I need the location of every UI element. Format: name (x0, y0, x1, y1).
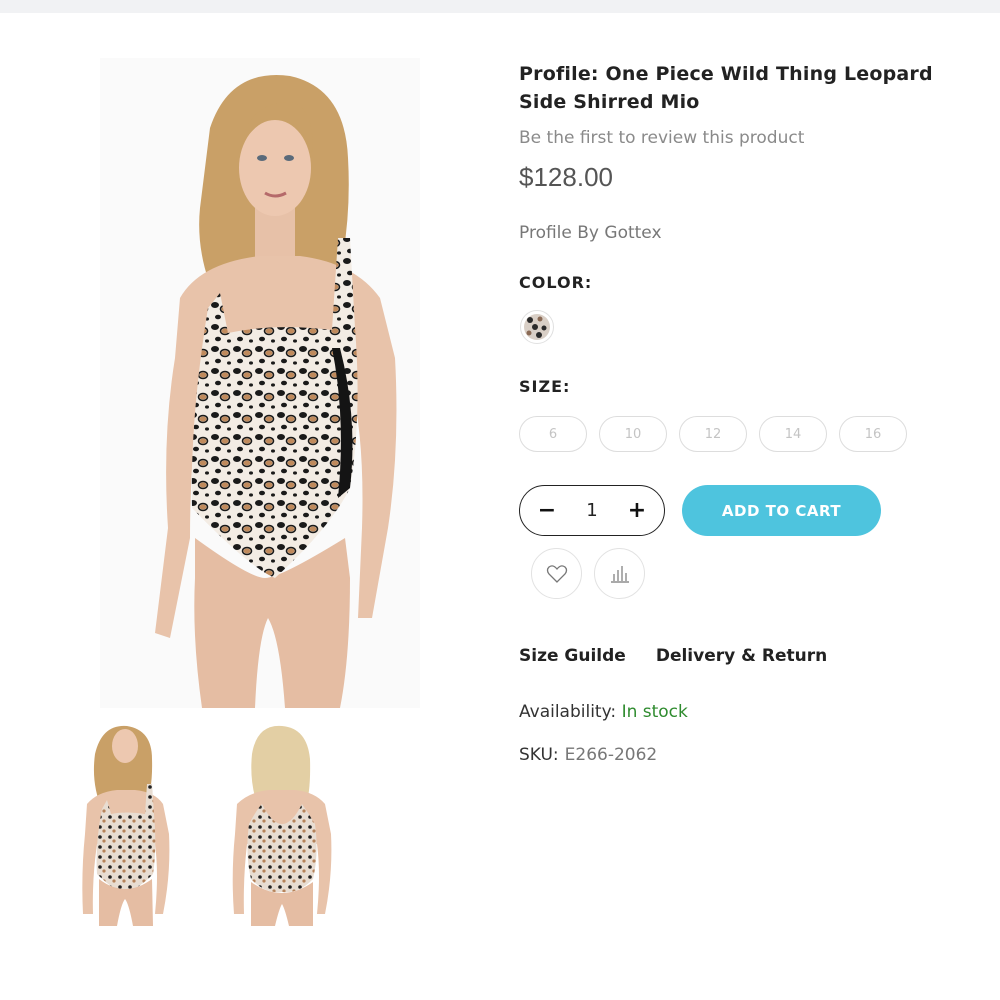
thumbnail-front-image (57, 714, 207, 926)
thumbnail-front[interactable] (57, 714, 207, 926)
color-label: COLOR: (519, 273, 593, 292)
qty-input[interactable]: 1 (586, 500, 597, 521)
qty-decrease-button[interactable]: − (536, 499, 558, 522)
size-option[interactable]: 12 (679, 416, 747, 452)
thumbnail-back-image (207, 714, 357, 926)
availability-status: In stock (621, 702, 688, 722)
sku-label: SKU: (519, 745, 559, 765)
add-to-cart-button[interactable]: ADD TO CART (682, 485, 881, 536)
availability-label: Availability: (519, 702, 617, 722)
review-link[interactable]: Be the first to review this product (519, 128, 804, 148)
size-label: SIZE: (519, 377, 571, 396)
availability: Availability: In stock (519, 702, 688, 722)
product-price: $128.00 (519, 162, 613, 192)
thumbnail-back[interactable] (207, 714, 357, 926)
sku-value: E266-2062 (564, 745, 658, 765)
top-bar (0, 0, 1000, 13)
compare-icon (610, 565, 629, 583)
size-options: 6 10 12 14 16 (519, 416, 907, 452)
color-swatch-leopard[interactable] (520, 310, 554, 344)
product-title: Profile: One Piece Wild Thing Leopard Si… (519, 63, 933, 113)
product-info: Profile: One Piece Wild Thing Leopard Si… (519, 60, 949, 765)
size-option[interactable]: 16 (839, 416, 907, 452)
product-brand: Profile By Gottex (519, 223, 662, 243)
delivery-return-link[interactable]: Delivery & Return (656, 646, 827, 666)
quantity-stepper: − 1 + (519, 485, 665, 536)
heart-icon (546, 564, 567, 583)
wishlist-button[interactable] (531, 548, 582, 599)
leopard-swatch-icon (524, 314, 550, 340)
qty-increase-button[interactable]: + (626, 499, 648, 522)
compare-button[interactable] (594, 548, 645, 599)
size-option[interactable]: 14 (759, 416, 827, 452)
size-option[interactable]: 10 (599, 416, 667, 452)
main-product-image[interactable] (100, 58, 420, 708)
size-guide-link[interactable]: Size Guilde (519, 646, 626, 666)
model-photo (155, 75, 397, 708)
sku: SKU: E266-2062 (519, 745, 657, 765)
size-option[interactable]: 6 (519, 416, 587, 452)
info-links: Size Guilde Delivery & Return (519, 646, 827, 666)
